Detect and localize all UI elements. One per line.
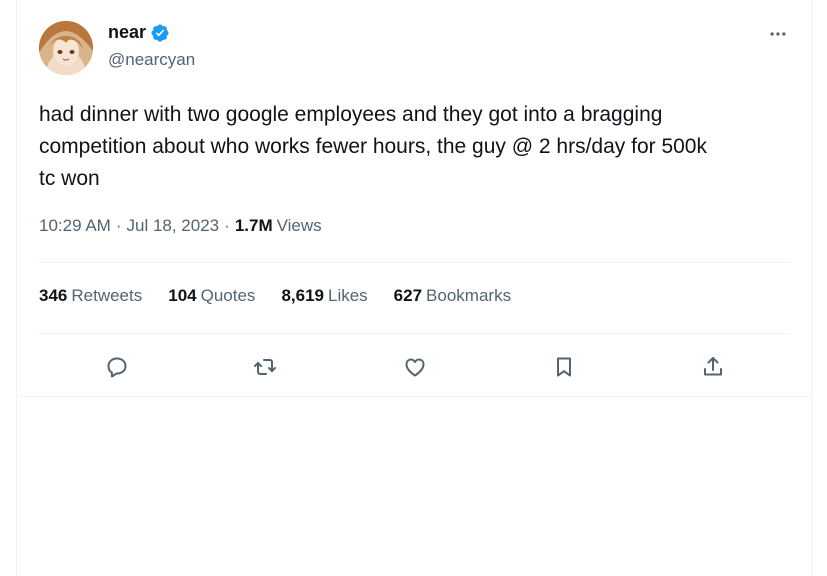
stat-label: Bookmarks [426, 286, 512, 305]
stat-label: Quotes [200, 286, 256, 305]
views-count[interactable]: 1.7M [235, 216, 273, 236]
stat-count: 627 [393, 286, 423, 305]
tweet-date[interactable]: Jul 18, 2023 [127, 216, 220, 236]
stat-retweets[interactable]: 346 Retweets [39, 286, 142, 306]
verified-badge-icon[interactable] [150, 23, 170, 43]
reply-icon[interactable] [102, 352, 132, 382]
stat-likes[interactable]: 8,619 Likes [281, 286, 367, 306]
divider [39, 333, 791, 334]
stat-quotes[interactable]: 104 Quotes [168, 286, 255, 306]
more-options-icon[interactable] [764, 22, 792, 46]
tweet-text: had dinner with two google employees and… [39, 103, 707, 190]
action-bar [17, 352, 813, 382]
meta-separator: · [115, 216, 122, 235]
divider [39, 262, 791, 263]
stat-count: 346 [39, 286, 68, 305]
tweet-frame: near @nearcyan had dinner with two googl… [16, 0, 813, 576]
display-name[interactable]: near [108, 22, 146, 43]
views-label[interactable]: Views [277, 216, 322, 236]
stat-count: 104 [168, 286, 197, 305]
author-handle[interactable]: @nearcyan [108, 50, 195, 70]
stat-bookmarks[interactable]: 627 Bookmarks [394, 286, 511, 306]
retweet-icon[interactable] [250, 352, 280, 382]
stat-label: Likes [327, 286, 368, 305]
like-icon[interactable] [400, 352, 430, 382]
share-icon[interactable] [698, 352, 728, 382]
tweet-card: near @nearcyan had dinner with two googl… [17, 0, 813, 397]
meta-separator: · [224, 216, 230, 235]
avatar[interactable] [39, 21, 93, 75]
author-name-row: near [108, 22, 170, 43]
avatar-image [39, 21, 93, 75]
stat-label: Retweets [71, 286, 143, 305]
bookmark-icon[interactable] [549, 352, 579, 382]
stat-count: 8,619 [281, 286, 324, 305]
tweet-time[interactable]: 10:29 AM [39, 216, 111, 236]
engagement-stats: 346 Retweets 104 Quotes 8,619 Likes 627 Book… [39, 286, 537, 306]
tweet-meta: 10:29 AM · Jul 18, 2023 · 1.7M Views [39, 216, 322, 236]
